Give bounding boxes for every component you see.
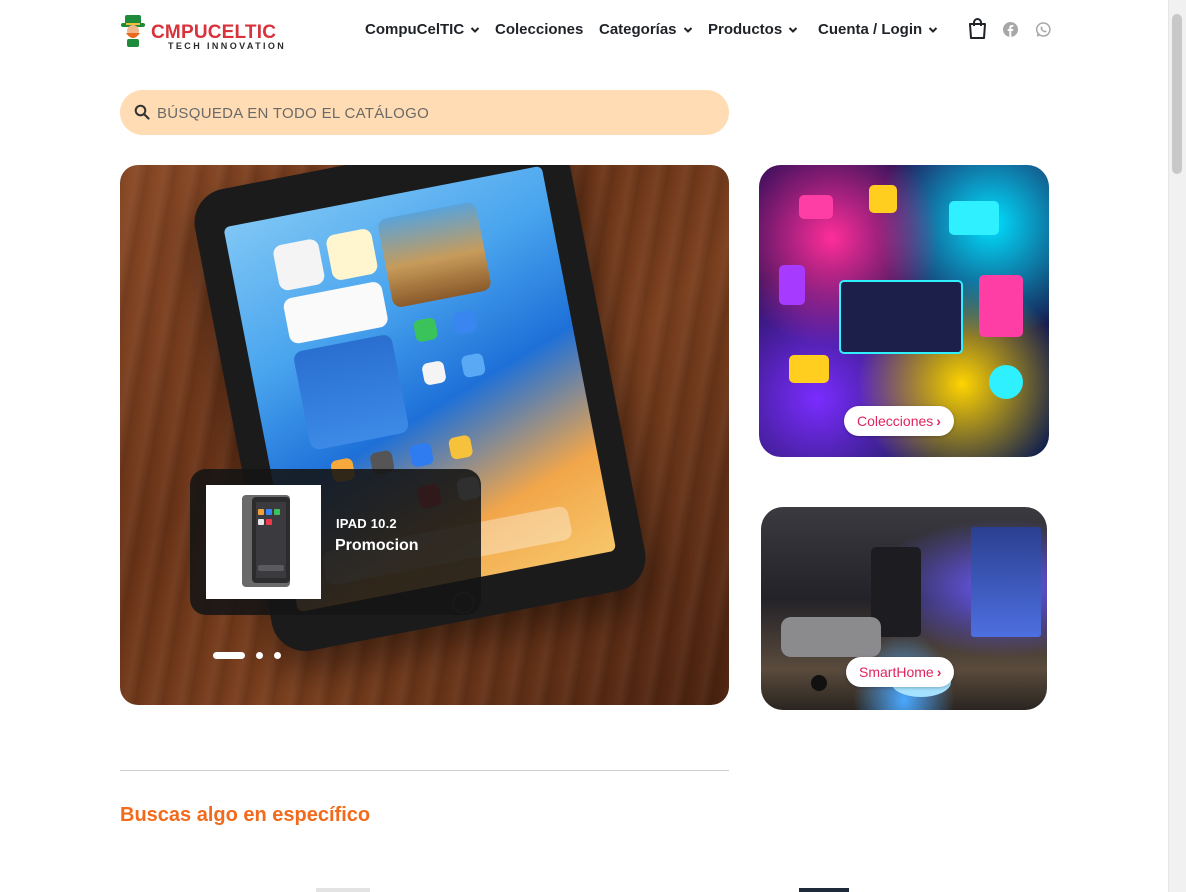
nav-item-productos[interactable]: Productos <box>708 20 798 40</box>
product-card-peek <box>799 888 849 892</box>
ipad-product-image <box>242 495 290 587</box>
section-title: Buscas algo en específico <box>120 804 371 826</box>
site-logo[interactable]: CMPUCELTIC TECH INNOVATION <box>120 13 287 51</box>
nav-item-label: Productos <box>708 21 783 38</box>
smarthome-button[interactable]: SmartHome › <box>846 657 955 687</box>
collections-label: Colecciones <box>857 413 934 429</box>
leprechaun-mascot-icon <box>121 15 145 47</box>
chevron-down-icon <box>928 27 938 33</box>
smarthome-label: SmartHome <box>859 664 934 680</box>
nav-item-label: CompuCelTIC <box>365 21 465 38</box>
search-icon[interactable] <box>134 104 150 120</box>
product-thumbnail <box>206 485 321 599</box>
promo-title: Promocion <box>335 537 419 554</box>
promo-card[interactable]: IPAD 10.2 Promocion <box>190 469 481 615</box>
scrollbar-thumb[interactable] <box>1172 14 1182 174</box>
nav-item-label: Colecciones <box>495 21 584 38</box>
section-divider <box>120 770 729 771</box>
nav-item-label: Categorías <box>599 21 677 38</box>
collections-card[interactable]: Colecciones › <box>759 165 1049 457</box>
slider-dot-active[interactable] <box>213 652 245 659</box>
whatsapp-icon[interactable] <box>1036 22 1051 37</box>
chevron-right-icon: › <box>936 413 941 429</box>
collections-button[interactable]: Colecciones › <box>844 406 954 436</box>
page-scrollbar[interactable] <box>1168 0 1186 892</box>
slider-dot[interactable] <box>274 652 281 659</box>
logo-tagline: TECH INNOVATION <box>168 41 287 51</box>
nav-item-compuceltic[interactable]: CompuCelTIC <box>365 20 480 40</box>
facebook-icon[interactable] <box>1003 22 1018 37</box>
hero-slider[interactable]: IPAD 10.2 Promocion <box>120 165 729 705</box>
chevron-right-icon: › <box>936 664 942 680</box>
smarthome-card[interactable]: SmartHome › <box>761 507 1047 710</box>
catalog-search <box>120 90 729 137</box>
chevron-down-icon <box>470 27 480 33</box>
nav-item-cuenta-login[interactable]: Cuenta / Login <box>818 20 938 40</box>
slider-dot[interactable] <box>256 652 263 659</box>
chevron-down-icon <box>788 27 798 33</box>
nav-item-label: Cuenta / Login <box>818 21 923 38</box>
shopping-bag-icon[interactable] <box>968 18 987 39</box>
nav-item-colecciones[interactable]: Colecciones <box>495 20 583 40</box>
search-input[interactable] <box>155 90 719 137</box>
nav-item-categorias[interactable]: Categorías <box>599 20 693 40</box>
promo-product-label: IPAD 10.2 <box>336 516 397 531</box>
logo-title: CMPUCELTIC <box>151 22 277 43</box>
chevron-down-icon <box>683 27 692 33</box>
product-card-peek <box>316 888 370 892</box>
